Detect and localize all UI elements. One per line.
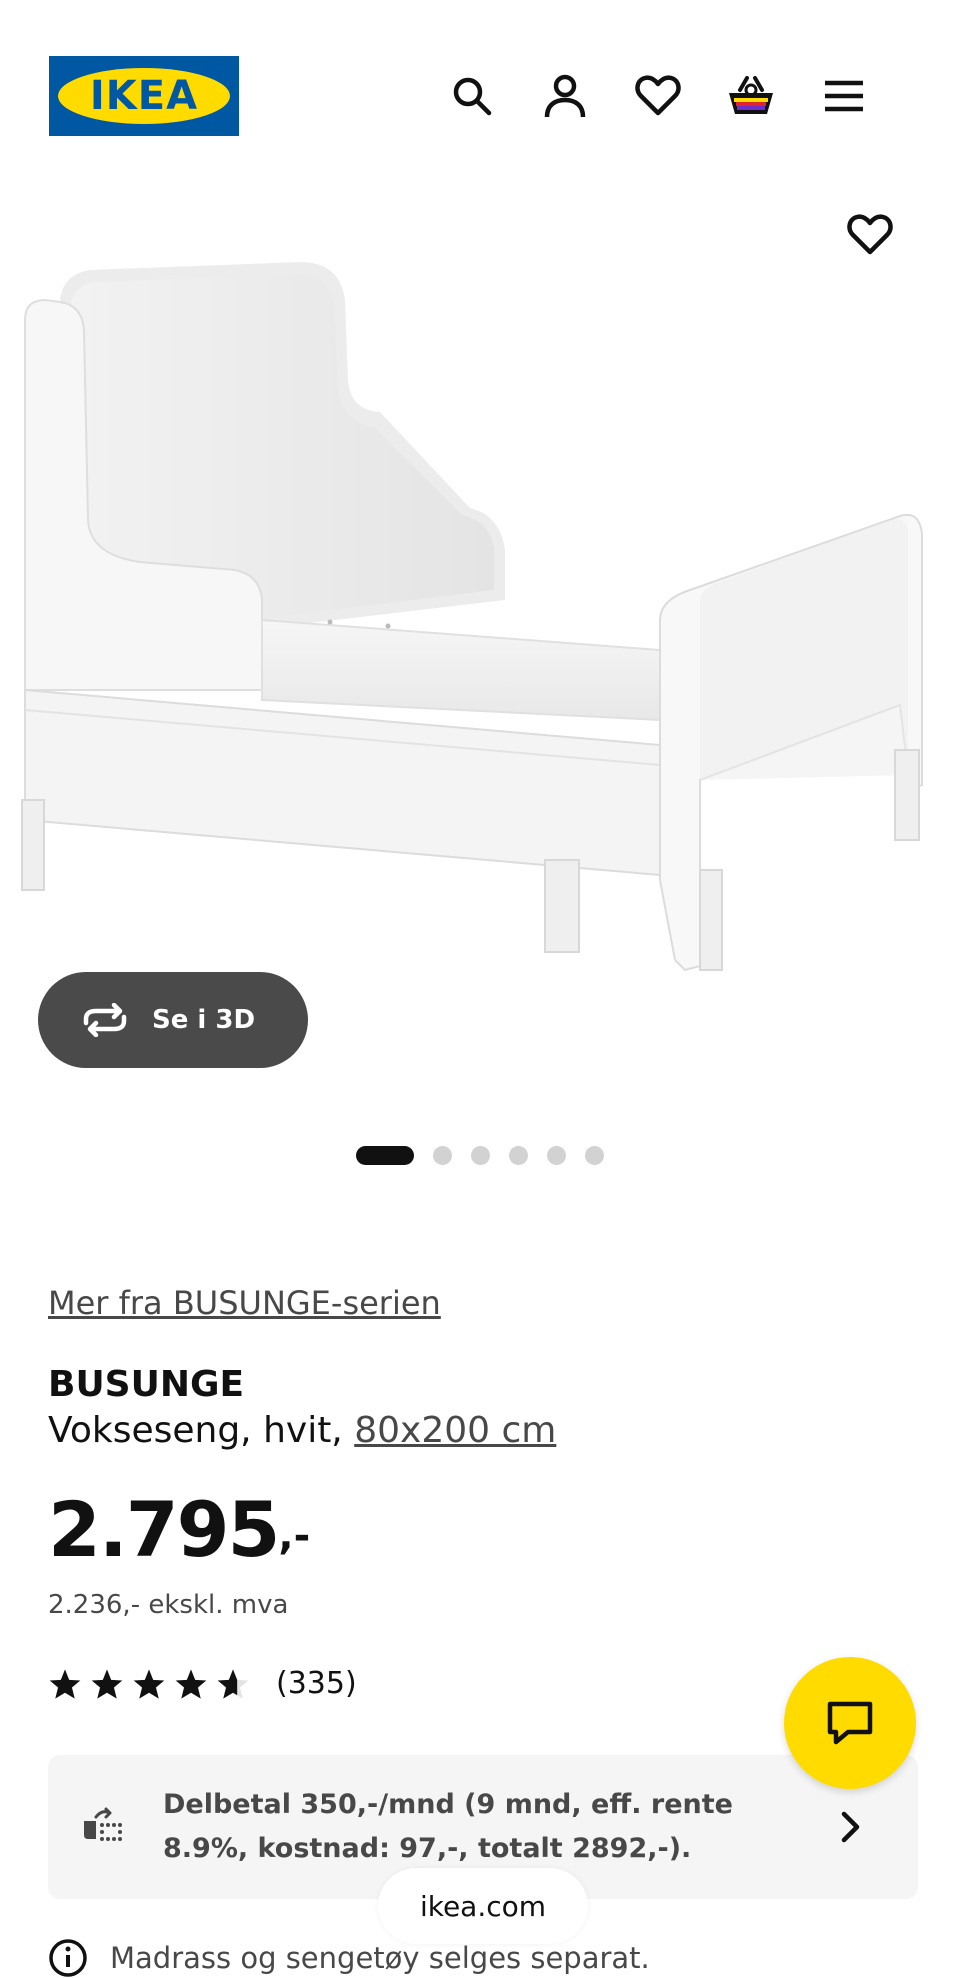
rating-count: (335) bbox=[276, 1666, 357, 1701]
ikea-logo[interactable]: IKEA bbox=[49, 56, 239, 136]
installment-text: Delbetal 350,-/mnd (9 mnd, eff. rente 8.… bbox=[163, 1789, 733, 1864]
installment-icon bbox=[84, 1807, 122, 1841]
star-icon bbox=[91, 1668, 123, 1699]
half-star-icon bbox=[217, 1668, 249, 1699]
product-rating[interactable]: (335) bbox=[48, 1666, 357, 1701]
logo-oval: IKEA bbox=[58, 68, 230, 124]
price-main: 2.795 bbox=[48, 1485, 280, 1574]
carousel-dot[interactable] bbox=[433, 1145, 452, 1165]
save-to-list-heart-icon[interactable] bbox=[840, 205, 900, 265]
product-description-text: Vokseseng, hvit, bbox=[48, 1410, 355, 1451]
info-icon bbox=[49, 1939, 87, 1977]
price-excl-vat: 2.236,- ekskl. mva bbox=[48, 1590, 289, 1620]
product-name: BUSUNGE bbox=[48, 1364, 245, 1405]
shopping-bag-icon[interactable] bbox=[721, 66, 781, 126]
carousel-dot[interactable] bbox=[471, 1145, 490, 1165]
menu-icon[interactable] bbox=[814, 66, 874, 126]
image-carousel-indicator bbox=[0, 1145, 960, 1165]
product-description: Vokseseng, hvit, 80x200 cm bbox=[48, 1410, 556, 1451]
carousel-dot[interactable] bbox=[509, 1145, 528, 1165]
product-image[interactable] bbox=[0, 190, 960, 990]
favourites-icon[interactable] bbox=[628, 66, 688, 126]
star-icon bbox=[133, 1668, 165, 1699]
mattress-notice-text: Madrass og sengetøy selges separat. bbox=[110, 1941, 650, 1975]
price-suffix: ,- bbox=[278, 1513, 311, 1559]
logo-text: IKEA bbox=[89, 73, 199, 119]
star-icon bbox=[49, 1668, 81, 1699]
chat-icon bbox=[827, 1701, 873, 1745]
series-link[interactable]: Mer fra BUSUNGE-serien bbox=[48, 1284, 441, 1322]
product-size-link[interactable]: 80x200 cm bbox=[354, 1410, 556, 1451]
star-icon bbox=[175, 1668, 207, 1699]
chevron-right-icon bbox=[841, 1811, 860, 1843]
carousel-dot[interactable] bbox=[547, 1145, 566, 1165]
carousel-dot-active[interactable] bbox=[356, 1145, 414, 1165]
chat-button[interactable] bbox=[784, 1657, 916, 1789]
rotate-3d-icon bbox=[83, 1003, 127, 1037]
view-in-3d-label: Se i 3D bbox=[152, 1005, 256, 1035]
product-price: 2.795 ,- bbox=[48, 1485, 310, 1574]
rating-stars bbox=[48, 1668, 250, 1700]
browser-url-pill[interactable]: ikea.com bbox=[378, 1868, 588, 1944]
carousel-dot[interactable] bbox=[585, 1145, 604, 1165]
site-header: IKEA bbox=[0, 0, 960, 190]
account-icon[interactable] bbox=[535, 66, 595, 126]
search-icon[interactable] bbox=[442, 66, 502, 126]
mattress-notice: Madrass og sengetøy selges separat. bbox=[48, 1938, 650, 1978]
view-in-3d-button[interactable]: Se i 3D bbox=[38, 972, 308, 1068]
